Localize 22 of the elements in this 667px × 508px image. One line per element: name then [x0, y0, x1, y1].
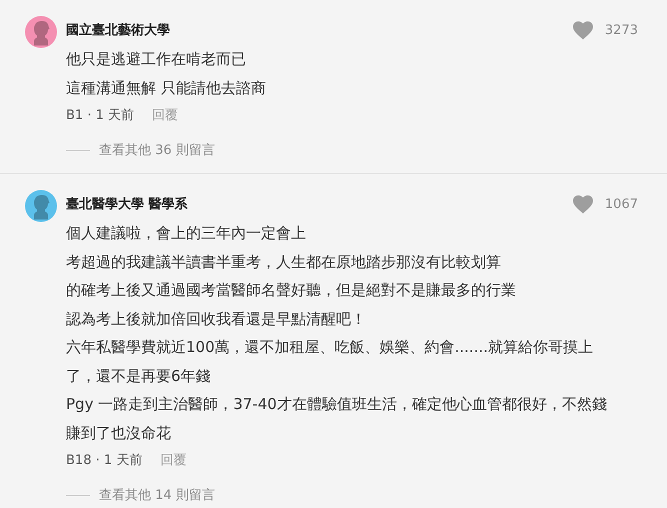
- author-name[interactable]: 國立臺北藝術大學: [66, 21, 170, 39]
- heart-icon[interactable]: [572, 20, 594, 40]
- comment-text: 考超過的我建議半讀書半重考，人生都在原地踏步那沒有比較划算: [66, 252, 502, 272]
- comment-text: 他只是逃避工作在啃老而已: [66, 49, 247, 70]
- comment-text: 認為考上後就加倍回收我看還是早點清醒吧！: [66, 308, 367, 330]
- like-count: 3273: [604, 22, 638, 38]
- comment-text: 了，還不是再要6年錢: [66, 366, 212, 386]
- like-count: 1067: [604, 196, 638, 212]
- comment-text: 的確考上後又通過國考當醫師名聲好聽，但是絕對不是賺最多的行業: [66, 280, 517, 301]
- reply-link[interactable]: 回覆: [160, 447, 186, 475]
- reply-link[interactable]: 回覆: [152, 102, 178, 130]
- comment-text: 賺到了也沒命花: [66, 422, 172, 444]
- heart-icon[interactable]: [572, 194, 594, 214]
- comment-text: 六年私醫學費就近100萬，還不加租屋、吃飯、娛樂、約會.......就算給你哥摸上: [66, 337, 594, 358]
- comment-text: 這種溝通無解 只能請他去諮商: [66, 78, 267, 98]
- comment-meta: B1 · 1 天前: [66, 107, 134, 125]
- view-more-replies-link[interactable]: 查看其他 36 則留言: [99, 141, 215, 159]
- comment-meta: B18 · 1 天前: [66, 452, 142, 470]
- comment-text: 個人建議啦，會上的三年內一定會上: [66, 223, 307, 244]
- view-more-replies-link[interactable]: 查看其他 14 則留言: [99, 486, 215, 504]
- author-name[interactable]: 臺北醫學大學 醫學系: [66, 195, 188, 213]
- comment-text: Pgy 一路走到主治醫師，37-40才在體驗值班生活，確定他心血管都很好，不然錢: [66, 394, 608, 415]
